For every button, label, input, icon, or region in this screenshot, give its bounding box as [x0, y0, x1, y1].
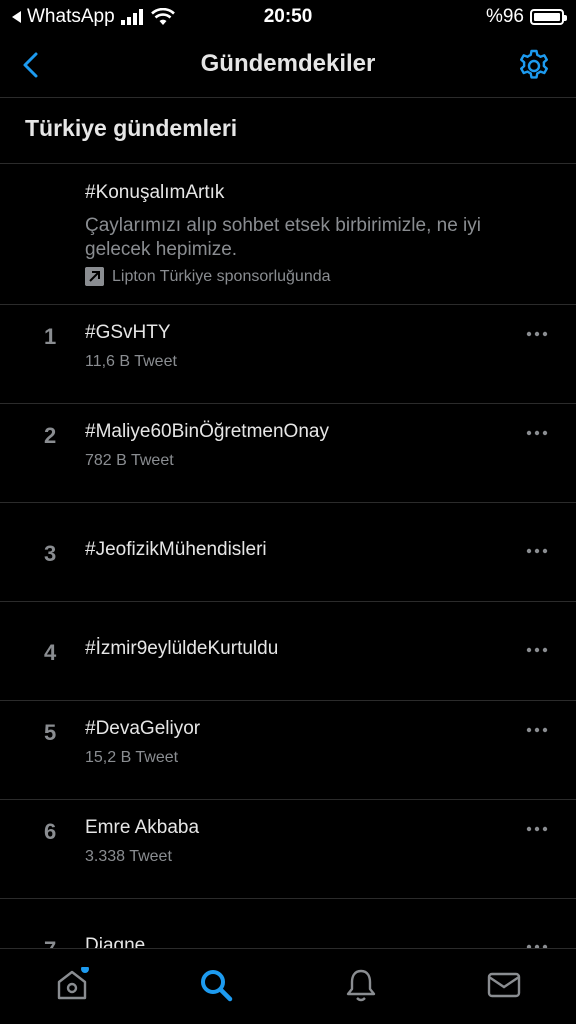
- trend-rank: 1: [44, 324, 57, 349]
- trend-tweet-count: 15,2 B Tweet: [85, 749, 179, 766]
- trend-row[interactable]: 3 #JeofizikMühendisleri: [0, 503, 576, 602]
- trend-rank: 5: [44, 720, 57, 745]
- nav-bar: Gündemdekiler: [0, 32, 576, 98]
- trend-row[interactable]: 4 #İzmir9eylüldeKurtuldu: [0, 602, 576, 701]
- trend-name[interactable]: #İzmir9eylüldeKurtuldu: [85, 638, 278, 660]
- messages-envelope-icon[interactable]: [486, 967, 522, 1003]
- promoted-description: Çaylarımızı alıp sohbet etsek birbirimiz…: [85, 215, 481, 260]
- settings-gear-icon[interactable]: [516, 48, 552, 84]
- trend-row[interactable]: 2 #Maliye60BinÖğretmenOnay 782 B Tweet: [0, 404, 576, 503]
- battery-icon: [530, 9, 567, 25]
- trend-name[interactable]: #Maliye60BinÖğretmenOnay: [85, 421, 329, 443]
- more-options-icon[interactable]: [526, 727, 548, 733]
- promoted-arrow-icon: [85, 267, 104, 286]
- trend-tweet-count: 782 B Tweet: [85, 452, 174, 469]
- trend-name[interactable]: Emre Akbaba: [85, 817, 199, 839]
- trend-row[interactable]: 5 #DevaGeliyor 15,2 B Tweet: [0, 701, 576, 800]
- tab-bar: [0, 948, 576, 1024]
- promoted-hashtag[interactable]: #KonuşalımArtık: [85, 182, 224, 204]
- trend-rank: 6: [44, 819, 57, 844]
- search-icon[interactable]: [198, 967, 234, 1003]
- trend-name[interactable]: #GSvHTY: [85, 322, 171, 344]
- promoted-trend[interactable]: #KonuşalımArtık Çaylarımızı alıp sohbet …: [0, 164, 576, 304]
- status-bar: WhatsApp 20:50 %96: [0, 0, 576, 32]
- home-icon[interactable]: [54, 967, 90, 1003]
- trend-tweet-count: 3.338 Tweet: [85, 848, 172, 865]
- trend-name[interactable]: #DevaGeliyor: [85, 718, 200, 740]
- more-options-icon[interactable]: [526, 826, 548, 832]
- more-options-icon[interactable]: [526, 430, 548, 436]
- promoted-sponsor-label: Lipton Türkiye sponsorluğunda: [112, 267, 331, 285]
- trend-rank: 3: [44, 541, 57, 566]
- page-title: Gündemdekiler: [200, 50, 376, 77]
- trend-rank: 4: [44, 640, 57, 665]
- promoted-sponsor: Lipton Türkiye sponsorluğunda: [85, 267, 331, 286]
- trend-row[interactable]: 6 Emre Akbaba 3.338 Tweet: [0, 800, 576, 899]
- notifications-bell-icon[interactable]: [343, 967, 379, 1003]
- trend-name[interactable]: #JeofizikMühendisleri: [85, 539, 267, 561]
- section-title: Türkiye gündemleri: [25, 115, 238, 141]
- more-options-icon[interactable]: [526, 331, 548, 337]
- battery-percent: %96: [485, 6, 524, 27]
- trend-tweet-count: 11,6 B Tweet: [85, 353, 177, 370]
- more-options-icon[interactable]: [526, 548, 548, 554]
- trend-rank: 2: [44, 423, 57, 448]
- more-options-icon[interactable]: [526, 647, 548, 653]
- trend-row[interactable]: 1 #GSvHTY 11,6 B Tweet: [0, 305, 576, 404]
